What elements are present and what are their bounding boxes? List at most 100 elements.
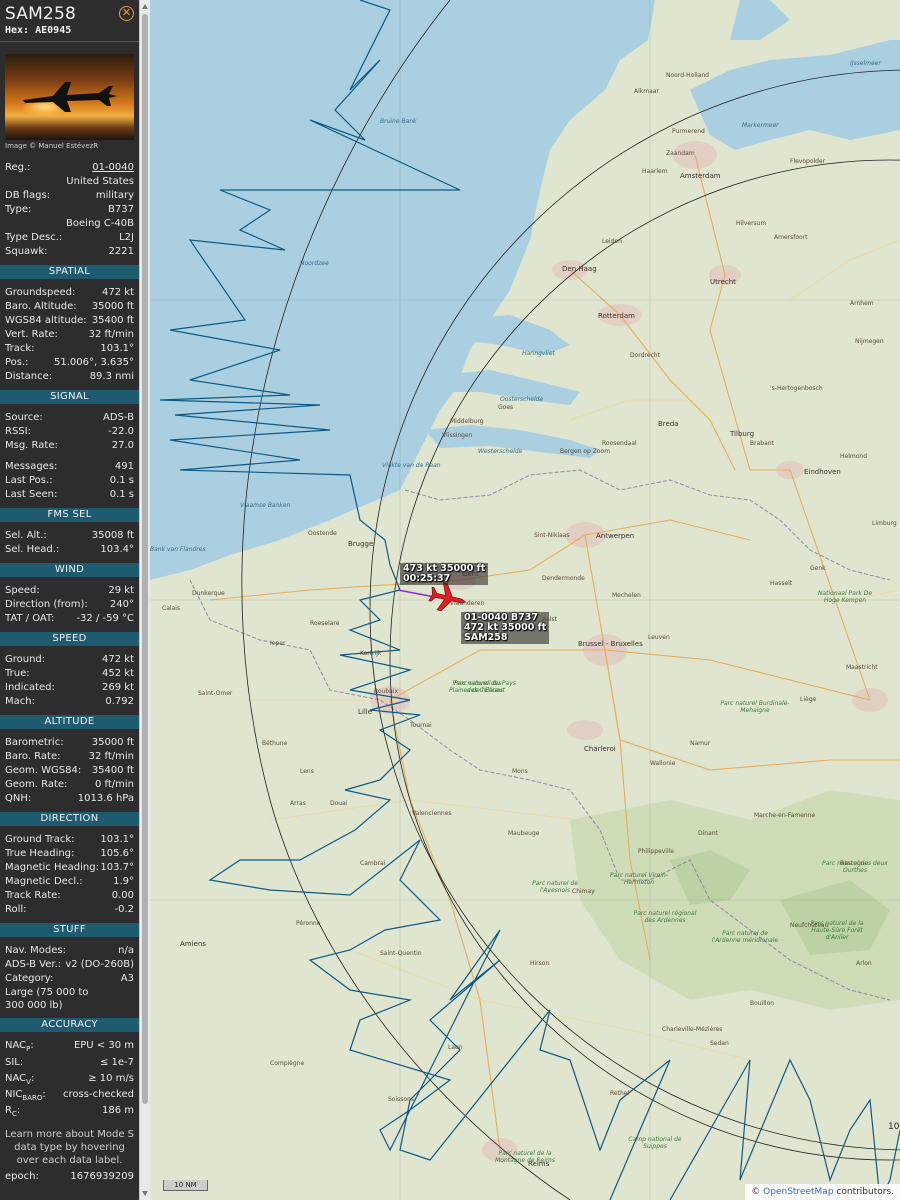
place-label: Rotterdam (598, 312, 635, 320)
spatial-label: WGS84 altitude: (5, 315, 87, 326)
water-label: Oosterschelde (500, 396, 544, 403)
reg-link[interactable]: 01-0040 (92, 161, 134, 175)
place-label: Saint-Quentin (380, 950, 422, 957)
place-label: Lille (358, 708, 373, 716)
sidebar-scrollbar[interactable] (139, 0, 150, 1200)
section-fms[interactable]: FMS SEL (0, 508, 139, 522)
nacv-label: NACV: (5, 1073, 35, 1086)
direction-row: Roll: -0.2 (0, 903, 139, 917)
place-label: Hirson (530, 960, 550, 967)
speed-label: Indicated: (5, 682, 55, 693)
reg-label: Reg.: (5, 162, 31, 173)
aircraft-marker[interactable] (428, 580, 468, 616)
place-label: Soissons (388, 1096, 414, 1103)
dbflags-value: military (95, 190, 134, 201)
place-label: Charleroi (584, 745, 616, 753)
direction-row: Magnetic Decl.: 1.9° (0, 875, 139, 889)
altitude-label: Barometric: (5, 737, 64, 748)
section-spatial[interactable]: SPATIAL (0, 265, 139, 279)
park-label: Parc naturel de la Haute-Sûre Forêt d'An… (810, 920, 864, 941)
squawk-row: Squawk: 2221 (0, 245, 139, 259)
hex-line: Hex: AE0945 (5, 25, 134, 36)
direction-list: Ground Track: 103.1° True Heading: 105.6° Ma… (0, 833, 139, 917)
squawk-value: 2221 (108, 246, 134, 257)
direction-label: Ground Track: (5, 834, 75, 845)
adsbver-row: ADS-B Ver.: v2 (DO-260B) (0, 958, 139, 972)
callsign-title: SAM258 (5, 4, 77, 24)
fms-list: Sel. Alt.: 35008 ft Sel. Head.: 103.4° (0, 529, 139, 557)
close-icon[interactable]: ✕ (119, 6, 134, 21)
place-label: Antwerpen (596, 532, 635, 540)
aircraft-photo[interactable] (5, 54, 134, 140)
spatial-value: 51.006°, 3.635° (54, 357, 134, 368)
altitude-label: Geom. Rate: (5, 779, 68, 790)
place-label: Maastricht (846, 664, 878, 671)
adsbver-label: ADS-B Ver.: (5, 959, 62, 970)
place-label: Brabant (750, 440, 774, 447)
category-value: A3 (120, 973, 134, 984)
place-label: Roosendaal (602, 440, 637, 447)
spatial-row: Vert. Rate: 32 ft/min (0, 328, 139, 342)
park-label: Parc naturel de l'Avesnois (532, 880, 578, 894)
section-altitude[interactable]: ALTITUDE (0, 715, 139, 729)
spatial-value: 35000 ft (91, 301, 134, 312)
place-label: Amsterdam (680, 172, 721, 180)
scroll-down-icon[interactable] (142, 1191, 148, 1196)
altitude-row: QNH: 1013.6 hPa (0, 792, 139, 806)
speed-value: 0.792 (105, 696, 134, 707)
park-label: Parc naturel de la Montagne de Reims (495, 1150, 555, 1164)
park-label: Parc naturel Viroin-Hermeton (610, 872, 668, 886)
water-label: Haringvliet (522, 350, 555, 357)
spatial-label: Groundspeed: (5, 287, 76, 298)
wind-label: TAT / OAT: (5, 613, 55, 624)
osm-link[interactable]: OpenStreetMap (763, 1187, 833, 1197)
scroll-up-icon[interactable] (142, 4, 148, 9)
nacv-row: NACV: ≥ 10 m/s (0, 1072, 139, 1086)
altitude-list: Barometric: 35000 ft Baro. Rate: 32 ft/min G… (0, 736, 139, 806)
reg-row: Reg.: 01-0040 (0, 161, 139, 175)
place-label: Liège (800, 696, 817, 703)
direction-value: -0.2 (114, 904, 134, 915)
place-label: Arnhem (850, 300, 874, 307)
rc-label: RC: (5, 1105, 21, 1118)
place-label: Namur (690, 740, 711, 747)
signal-row: RSSI: -22.0 (0, 425, 139, 439)
scrollbar-thumb[interactable] (142, 14, 148, 1104)
map-view[interactable]: 473 kt 35000 ft 00:25:37 01-0040 B737 47… (150, 0, 900, 1200)
place-label: Kortrijk (360, 650, 382, 657)
water-label: Vlakte van de Raan (382, 462, 441, 469)
direction-value: 103.1° (100, 834, 134, 845)
altitude-label: QNH: (5, 793, 32, 804)
nic-value: cross-checked (63, 1089, 134, 1100)
section-signal[interactable]: SIGNAL (0, 390, 139, 404)
country-row: United States (0, 175, 139, 189)
fms-row: Sel. Alt.: 35008 ft (0, 529, 139, 543)
spatial-row: Track: 103.1° (0, 342, 139, 356)
direction-value: 1.9° (113, 876, 134, 887)
wind-value: 240° (109, 599, 134, 610)
direction-row: Ground Track: 103.1° (0, 833, 139, 847)
signal-value: -22.0 (108, 426, 134, 437)
wind-row: Speed: 29 kt (0, 584, 139, 598)
adsbver-value: v2 (DO-260B) (65, 959, 134, 970)
place-label: Philippeville (638, 848, 674, 855)
nacp-value: EPU < 30 m (73, 1040, 134, 1051)
park-label: Nationaal Park De Hoge Kempen (817, 590, 873, 604)
altitude-row: Baro. Rate: 32 ft/min (0, 750, 139, 764)
panel-header: SAM258 Hex: AE0945 ✕ (0, 0, 139, 42)
signal-label: Last Seen: (5, 489, 58, 500)
water-label: Noordzee (300, 260, 329, 267)
sil-value: ≤ 1e-7 (99, 1057, 134, 1068)
speed-label: True: (5, 668, 30, 679)
section-stuff[interactable]: STUFF (0, 923, 139, 937)
water-label: IJsselmeer (850, 60, 881, 67)
speed-row: Mach: 0.792 (0, 695, 139, 709)
nic-row: NICBARO: cross-checked (0, 1088, 139, 1102)
place-label: Alkmaar (634, 88, 659, 95)
section-accuracy[interactable]: ACCURACY (0, 1018, 139, 1032)
section-speed[interactable]: SPEED (0, 632, 139, 646)
wind-label: Direction (from): (5, 599, 88, 610)
section-direction[interactable]: DIRECTION (0, 812, 139, 826)
section-wind[interactable]: WIND (0, 563, 139, 577)
spatial-label: Distance: (5, 371, 53, 382)
